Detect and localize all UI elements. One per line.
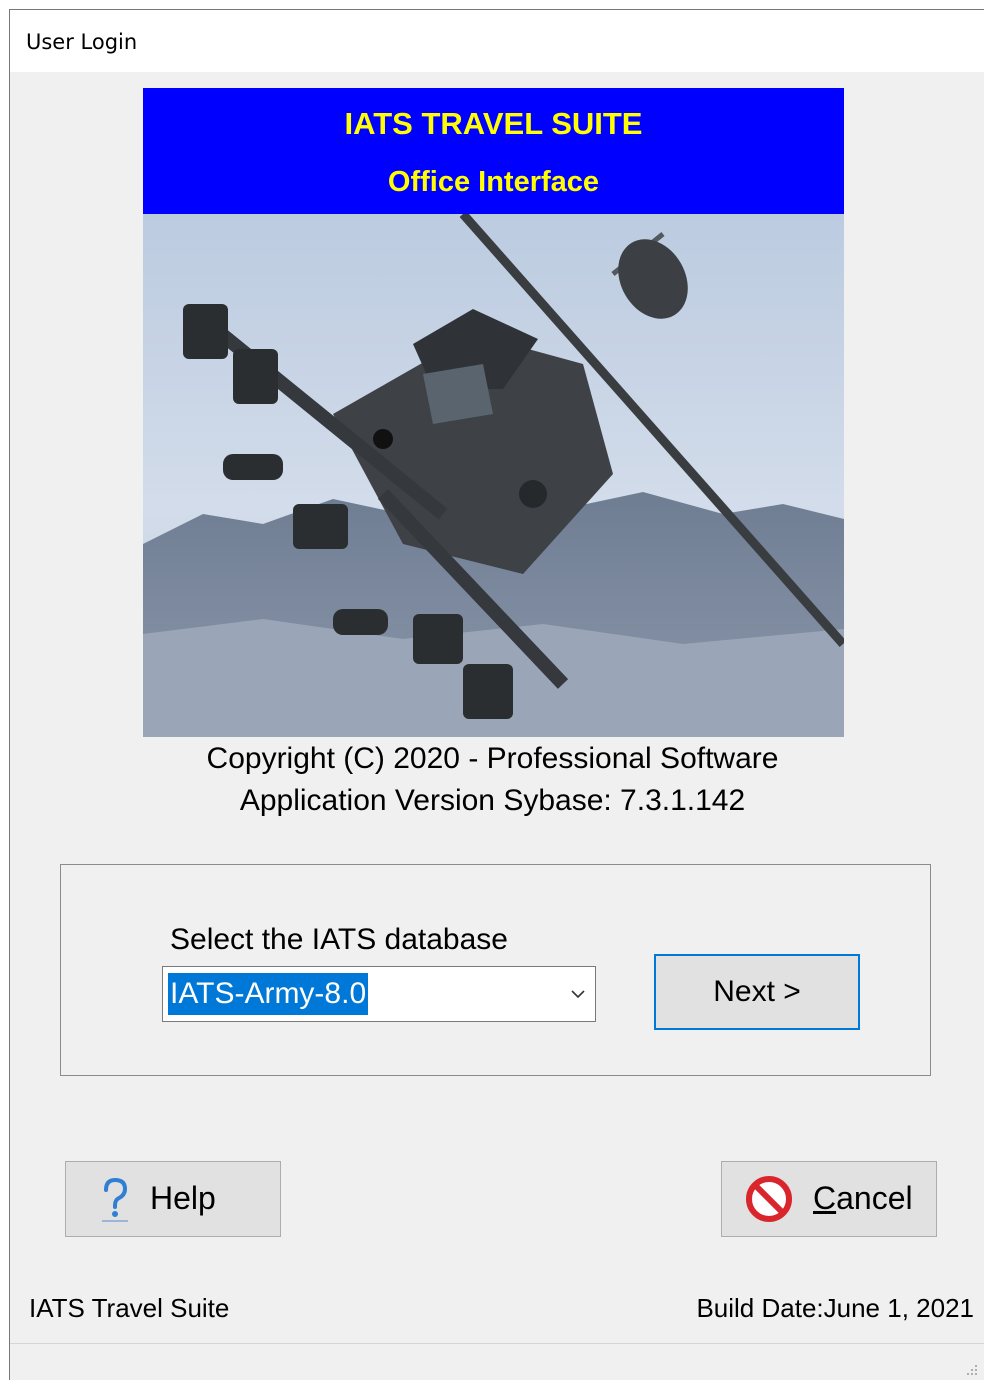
chevron-down-icon[interactable] <box>567 983 589 1005</box>
cancel-accel-key: C <box>813 1180 837 1216</box>
question-mark-icon <box>102 1177 128 1222</box>
next-button[interactable]: Next > <box>654 954 860 1030</box>
cancel-button[interactable]: Cancel <box>721 1161 937 1237</box>
version-text: Application Version Sybase: 7.3.1.142 <box>239 784 746 817</box>
login-window: User Login IATS TRAVEL SUITE Office Inte… <box>9 9 984 1380</box>
title-bar[interactable]: User Login <box>10 10 984 72</box>
status-build-date: Build Date:June 1, 2021 <box>696 1293 974 1323</box>
helicopter-photo <box>143 214 844 737</box>
status-app-name: IATS Travel Suite <box>29 1293 230 1323</box>
status-divider <box>10 1343 984 1344</box>
help-button-label: Help <box>150 1180 216 1216</box>
no-entry-icon <box>746 1176 792 1222</box>
window-title: User Login <box>26 30 138 54</box>
copyright-text: Copyright (C) 2020 - Professional Softwa… <box>206 742 779 775</box>
database-group: Select the IATS database IATS-Army-8.0 N… <box>60 864 931 1076</box>
database-selected-value: IATS-Army-8.0 <box>168 973 369 1015</box>
cancel-button-label: Cancel <box>813 1180 913 1217</box>
database-select[interactable]: IATS-Army-8.0 <box>162 966 596 1022</box>
cancel-button-rest: ancel <box>836 1180 913 1216</box>
database-label: Select the IATS database <box>170 923 508 956</box>
banner-title: IATS TRAVEL SUITE <box>344 106 643 141</box>
help-button[interactable]: Help <box>65 1161 281 1237</box>
resize-grip-icon[interactable] <box>966 1364 978 1376</box>
app-banner: IATS TRAVEL SUITE Office Interface <box>143 88 844 214</box>
banner-subtitle: Office Interface <box>387 166 600 198</box>
